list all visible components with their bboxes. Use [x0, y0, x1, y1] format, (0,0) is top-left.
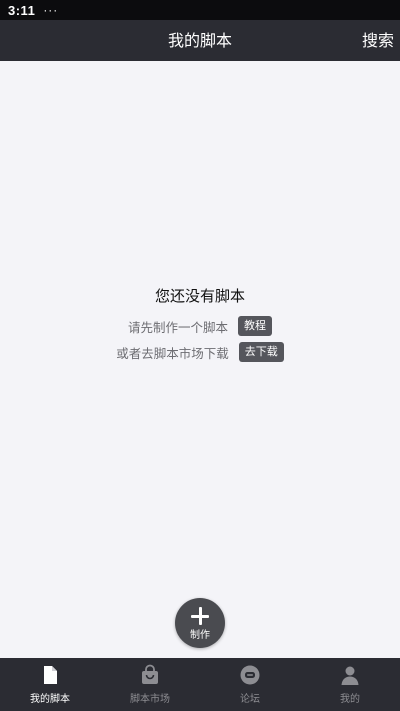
create-hint-text: 请先制作一个脚本	[127, 319, 228, 335]
search-button[interactable]: 搜索	[362, 20, 394, 61]
tutorial-button[interactable]: 教程	[238, 316, 272, 336]
nav-item-me[interactable]: 我的	[300, 658, 400, 711]
empty-state-line-create: 请先制作一个脚本 教程	[128, 315, 272, 337]
nav-label-script-market: 脚本市场	[130, 694, 170, 705]
go-download-button[interactable]: 去下载	[238, 342, 284, 362]
person-icon	[341, 666, 359, 685]
create-script-button[interactable]: 制作	[175, 598, 225, 648]
nav-label-me: 我的	[340, 694, 360, 705]
status-more-dots: ···	[43, 3, 59, 17]
status-time: 3:11	[8, 2, 36, 18]
empty-state-title: 您还没有脚本	[154, 287, 245, 305]
app-header: 我的脚本 搜索	[0, 20, 400, 61]
nav-item-my-scripts[interactable]: 我的脚本	[0, 658, 100, 711]
create-script-label: 制作	[190, 630, 210, 641]
status-bar: 3:11 ···	[0, 0, 400, 20]
nav-label-forum: 论坛	[240, 694, 260, 705]
chat-bubble-icon	[240, 665, 260, 685]
empty-state: 您还没有脚本 请先制作一个脚本 教程 或者去脚本市场下载 去下载	[0, 285, 400, 367]
nav-item-forum[interactable]: 论坛	[200, 658, 300, 711]
empty-state-line-download: 或者去脚本市场下载 去下载	[116, 341, 284, 363]
document-icon	[44, 666, 57, 684]
download-hint-text: 或者去脚本市场下载	[116, 345, 229, 361]
bottom-nav: 我的脚本 脚本市场 论坛 我的	[0, 658, 400, 711]
page-title: 我的脚本	[167, 31, 232, 50]
nav-item-script-market[interactable]: 脚本市场	[100, 658, 200, 711]
plus-icon	[191, 607, 209, 625]
shopping-bag-icon	[142, 664, 158, 684]
nav-label-my-scripts: 我的脚本	[30, 694, 70, 705]
